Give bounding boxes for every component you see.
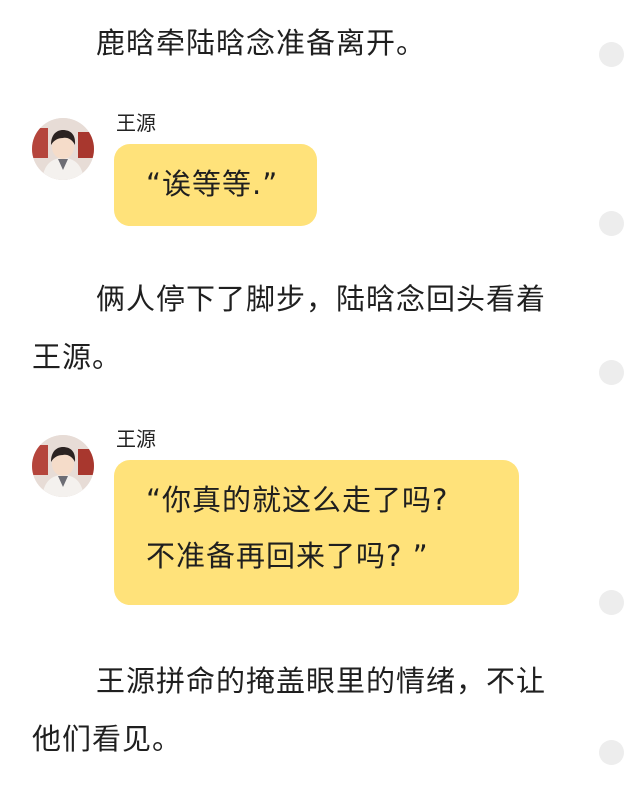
story-paragraph: 王源拼命的掩盖眼里的情绪，不让他们看见。: [32, 664, 547, 756]
story-paragraph: 鹿晗牵陆晗念准备离开。: [96, 26, 427, 60]
speech-line: 不准备再回来了吗? ”: [146, 539, 429, 573]
speaker-name: 王源: [116, 111, 156, 135]
speech-line: “你真的就这么走了吗?: [146, 483, 449, 517]
speaker-name: 王源: [116, 427, 156, 451]
comment-dot-icon[interactable]: [599, 590, 624, 615]
comment-dot-icon[interactable]: [599, 740, 624, 765]
comment-dot-icon[interactable]: [599, 42, 624, 67]
comment-dot-icon[interactable]: [599, 211, 624, 236]
speech-bubble[interactable]: “你真的就这么走了吗? 不准备再回来了吗? ”: [114, 460, 519, 605]
story-paragraph: 俩人停下了脚步，陆晗念回头看着王源。: [32, 282, 547, 374]
speaker-avatar[interactable]: [32, 118, 94, 180]
comment-dot-icon[interactable]: [599, 360, 624, 385]
speech-bubble[interactable]: “诶等等.”: [114, 144, 317, 226]
speech-line: “诶等等.”: [146, 167, 279, 201]
speaker-avatar[interactable]: [32, 435, 94, 497]
